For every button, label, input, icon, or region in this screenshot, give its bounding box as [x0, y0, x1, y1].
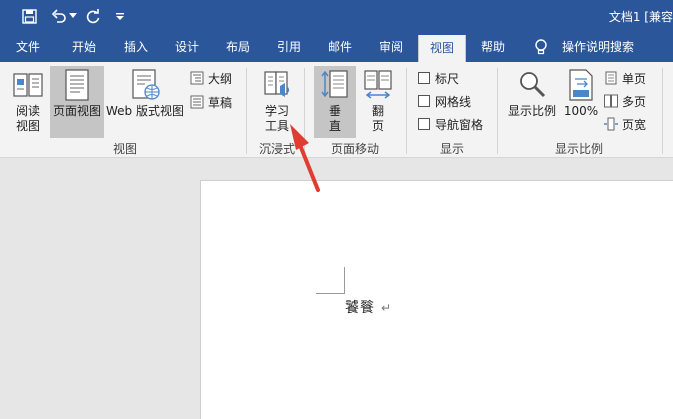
one-page-button[interactable]: 单页 [604, 68, 646, 88]
draft-icon [190, 95, 204, 109]
one-page-label: 单页 [622, 71, 647, 86]
group-separator [497, 68, 498, 154]
zoom-100-icon [564, 68, 598, 102]
tab-home[interactable]: 开始 [62, 32, 106, 62]
web-layout-label: Web 版式视图 [106, 104, 184, 118]
multiple-pages-icon [604, 94, 618, 108]
tab-review[interactable]: 审阅 [369, 32, 413, 62]
immersive-group-label: 沉浸式 [258, 142, 295, 156]
gridlines-checkbox[interactable]: 网格线 [418, 91, 471, 111]
draft-button[interactable]: 草稿 [190, 92, 232, 112]
web-page-icon [128, 68, 162, 102]
page-width-icon [604, 117, 618, 131]
page-icon [60, 68, 94, 102]
group-separator [246, 68, 247, 154]
navigation-pane-check[interactable] [418, 118, 430, 130]
redo-icon[interactable] [84, 6, 102, 26]
navigation-pane-checkbox[interactable]: 导航窗格 [418, 114, 483, 134]
tab-layout[interactable]: 布局 [216, 32, 260, 62]
margin-corner-mark [344, 267, 345, 293]
learning-tools-button[interactable]: 学习 工具 [254, 66, 300, 138]
save-icon[interactable] [20, 6, 38, 26]
web-layout-button[interactable]: Web 版式视图 [104, 66, 186, 138]
group-separator [406, 68, 407, 154]
tab-mailings[interactable]: 邮件 [318, 32, 362, 62]
zoom-button[interactable]: 显示比例 [504, 66, 560, 138]
zoom-label: 显示比例 [507, 104, 556, 118]
document-text[interactable]: 饕餮 [345, 297, 375, 317]
page-movement-group-label: 页面移动 [330, 142, 379, 156]
outline-label: 大纲 [208, 71, 233, 86]
show-group-label: 显示 [439, 142, 464, 156]
ribbon-panel: 阅读 视图 页面视图 Web 版式视图 大纲 草稿 视图 学习 工具 沉浸式 垂… [0, 62, 673, 158]
read-mode-button[interactable]: 阅读 视图 [6, 66, 50, 138]
margin-corner-mark [316, 293, 345, 294]
book-icon [11, 68, 45, 102]
chevron-down-icon[interactable] [68, 6, 78, 26]
navigation-pane-label: 导航窗格 [435, 117, 484, 132]
document-page[interactable]: 饕餮 ↵ [200, 180, 673, 419]
undo-icon[interactable] [50, 6, 68, 26]
magnifier-icon [515, 68, 549, 102]
views-group-label: 视图 [112, 142, 137, 156]
paragraph-mark-icon: ↵ [381, 301, 392, 315]
page-width-label: 页宽 [622, 117, 647, 132]
outline-icon [190, 71, 204, 85]
group-separator [662, 68, 663, 154]
tab-view[interactable]: 视图 [418, 35, 466, 62]
customize-icon[interactable] [114, 6, 126, 26]
learning-tools-label: 学习 工具 [264, 104, 289, 133]
tab-help[interactable]: 帮助 [471, 32, 515, 62]
multiple-pages-label: 多页 [622, 94, 647, 109]
outline-button[interactable]: 大纲 [190, 68, 232, 88]
page-width-button[interactable]: 页宽 [604, 114, 646, 134]
tell-me-search[interactable]: 操作说明搜索 [556, 32, 640, 62]
vertical-button[interactable]: 垂 直 [314, 66, 356, 138]
multiple-pages-button[interactable]: 多页 [604, 91, 646, 111]
document-title: 文档1 [兼容 [608, 10, 673, 24]
one-page-icon [604, 71, 618, 85]
ribbon-tabs: 文件 开始 插入 设计 布局 引用 邮件 审阅 视图 帮助 操作说明搜索 [0, 32, 673, 62]
group-separator [304, 68, 305, 154]
tab-file[interactable]: 文件 [6, 32, 50, 62]
vertical-scroll-icon [318, 68, 352, 102]
gridlines-label: 网格线 [435, 94, 472, 109]
zoom-group-label: 显示比例 [554, 142, 603, 156]
draft-label: 草稿 [208, 95, 233, 110]
lightbulb-icon [533, 38, 549, 56]
learning-tools-icon [260, 68, 294, 102]
ruler-label: 标尺 [435, 71, 460, 86]
gridlines-check[interactable] [418, 95, 430, 107]
print-layout-button[interactable]: 页面视图 [50, 66, 104, 138]
tab-design[interactable]: 设计 [165, 32, 209, 62]
document-canvas: 饕餮 ↵ [0, 158, 673, 419]
side-to-side-button[interactable]: 翻 页 [358, 66, 398, 138]
tab-references[interactable]: 引用 [267, 32, 311, 62]
ruler-checkbox[interactable]: 标尺 [418, 68, 459, 88]
side-to-side-label: 翻 页 [371, 104, 384, 133]
side-to-side-icon [361, 68, 395, 102]
tab-insert[interactable]: 插入 [114, 32, 158, 62]
vertical-label: 垂 直 [328, 104, 341, 133]
read-mode-label: 阅读 视图 [15, 104, 40, 133]
zoom-100-label: 100% [563, 104, 599, 118]
title-bar: 文档1 [兼容 [0, 0, 673, 32]
ruler-check[interactable] [418, 72, 430, 84]
zoom-100-button[interactable]: 100% [562, 66, 600, 138]
print-layout-label: 页面视图 [52, 104, 101, 118]
